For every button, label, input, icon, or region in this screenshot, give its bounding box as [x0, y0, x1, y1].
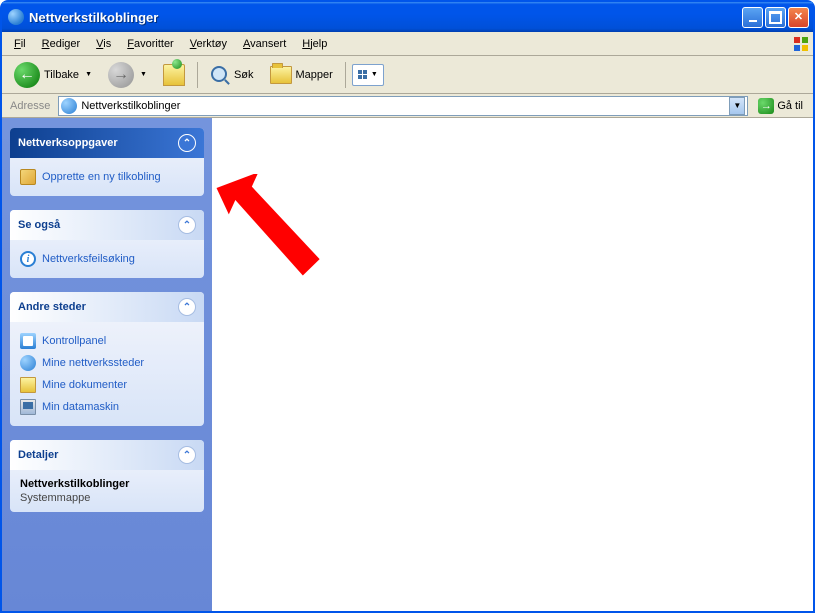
search-button[interactable]: Søk [204, 61, 260, 89]
menu-favorites[interactable]: Favoritter [119, 35, 181, 53]
control-panel-icon [20, 333, 36, 349]
back-dropdown-icon[interactable]: ▼ [85, 71, 92, 78]
views-icon [358, 70, 367, 79]
menu-bar: Fil Rediger Vis Favoritter Verktøy Avans… [2, 32, 813, 56]
main-content [212, 118, 813, 611]
menu-file[interactable]: Fil [6, 35, 34, 53]
link-network-troubleshoot[interactable]: i Nettverksfeilsøking [20, 248, 194, 270]
title-bar: Nettverkstilkoblinger [2, 2, 813, 32]
separator [345, 62, 346, 88]
details-name: Nettverkstilkoblinger [20, 478, 194, 490]
documents-icon [20, 377, 36, 393]
close-button[interactable] [788, 7, 809, 28]
panel-header-network-tasks[interactable]: Nettverksoppgaver ⌃ [10, 128, 204, 158]
folder-up-icon [163, 64, 185, 86]
menu-edit[interactable]: Rediger [34, 35, 89, 53]
go-button[interactable]: → Gå til [752, 96, 809, 116]
info-icon: i [20, 251, 36, 267]
forward-dropdown-icon[interactable]: ▼ [140, 71, 147, 78]
link-my-computer[interactable]: Min datamaskin [20, 396, 194, 418]
windows-flag-icon [791, 34, 811, 54]
address-value: Nettverkstilkoblinger [81, 100, 729, 112]
content-area: Nettverksoppgaver ⌃ Opprette en ny tilko… [2, 118, 813, 611]
panel-header-other-places[interactable]: Andre steder ⌃ [10, 292, 204, 322]
annotation-arrow-icon [212, 174, 332, 294]
panel-header-see-also[interactable]: Se også ⌃ [10, 210, 204, 240]
address-input[interactable]: Nettverkstilkoblinger ▼ [58, 96, 748, 116]
menu-advanced[interactable]: Avansert [235, 35, 294, 53]
collapse-icon[interactable]: ⌃ [178, 134, 196, 152]
folders-button[interactable]: Mapper [264, 62, 339, 88]
address-dropdown-icon[interactable]: ▼ [729, 97, 745, 115]
menu-tools[interactable]: Verktøy [182, 35, 235, 53]
menu-view[interactable]: Vis [88, 35, 119, 53]
details-type: Systemmappe [20, 492, 194, 504]
collapse-icon[interactable]: ⌃ [178, 216, 196, 234]
panel-see-also: Se også ⌃ i Nettverksfeilsøking [10, 210, 204, 278]
separator [197, 62, 198, 88]
forward-icon [108, 62, 134, 88]
panel-network-tasks: Nettverksoppgaver ⌃ Opprette en ny tilko… [10, 128, 204, 196]
toolbar: Tilbake ▼ ▼ Søk Mapper ▼ [2, 56, 813, 94]
menu-help[interactable]: Hjelp [294, 35, 335, 53]
link-network-places[interactable]: Mine nettverkssteder [20, 352, 194, 374]
link-my-documents[interactable]: Mine dokumenter [20, 374, 194, 396]
forward-button[interactable]: ▼ [102, 58, 153, 92]
back-icon [14, 62, 40, 88]
address-label: Adresse [6, 100, 54, 112]
go-arrow-icon: → [758, 98, 774, 114]
sidebar: Nettverksoppgaver ⌃ Opprette en ny tilko… [2, 118, 212, 611]
link-create-new-connection[interactable]: Opprette en ny tilkobling [20, 166, 194, 188]
search-icon [210, 65, 230, 85]
globe-icon [61, 98, 77, 114]
collapse-icon[interactable]: ⌃ [178, 446, 196, 464]
panel-other-places: Andre steder ⌃ Kontrollpanel Mine nettve… [10, 292, 204, 426]
wizard-icon [20, 169, 36, 185]
link-control-panel[interactable]: Kontrollpanel [20, 330, 194, 352]
panel-header-details[interactable]: Detaljer ⌃ [10, 440, 204, 470]
back-button[interactable]: Tilbake ▼ [8, 58, 98, 92]
network-places-icon [20, 355, 36, 371]
folders-icon [270, 66, 292, 84]
views-button[interactable]: ▼ [352, 64, 384, 86]
panel-details: Detaljer ⌃ Nettverkstilkoblinger Systemm… [10, 440, 204, 512]
up-button[interactable] [157, 60, 191, 90]
computer-icon [20, 399, 36, 415]
minimize-button[interactable] [742, 7, 763, 28]
maximize-button[interactable] [765, 7, 786, 28]
app-icon [8, 9, 24, 25]
collapse-icon[interactable]: ⌃ [178, 298, 196, 316]
address-bar: Adresse Nettverkstilkoblinger ▼ → Gå til [2, 94, 813, 118]
window-title: Nettverkstilkoblinger [29, 10, 742, 25]
